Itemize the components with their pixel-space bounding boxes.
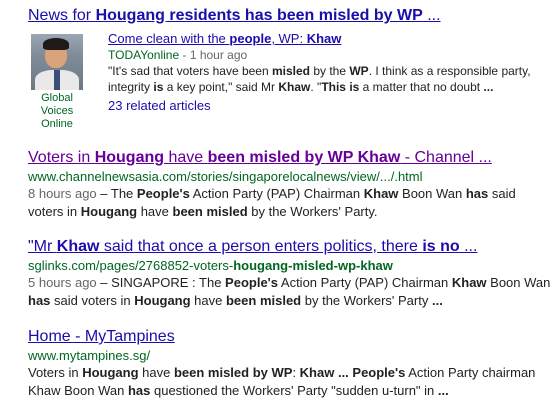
news-thumbnail[interactable]: Global Voices Online bbox=[28, 34, 86, 131]
bold-term: ... bbox=[431, 293, 443, 308]
bold-term: has bbox=[127, 383, 151, 398]
bold-term: ... bbox=[483, 80, 494, 94]
result-title-link[interactable]: "Mr Khaw said that once a person enters … bbox=[28, 237, 554, 257]
snippet-text: – The People's Action Party (PAP) Chairm… bbox=[28, 186, 516, 219]
news-source-line: TODAYonline - 1 hour ago bbox=[108, 47, 554, 63]
result-snippet: 8 hours ago – The People's Action Party … bbox=[28, 185, 554, 221]
text-segment: Home - MyTampines bbox=[28, 328, 175, 345]
text-segment: – SINGAPORE : The bbox=[96, 275, 226, 290]
text-segment: sglinks.com/pages/2768852-voters- bbox=[28, 258, 234, 273]
bold-term: has bbox=[28, 293, 51, 308]
text-segment: . " bbox=[310, 80, 322, 94]
news-snippet: "It's sad that voters have been misled b… bbox=[108, 63, 554, 95]
news-source: TODAYonline bbox=[108, 48, 180, 62]
news-headline-link[interactable]: Come clean with the people, WP: Khaw bbox=[108, 30, 554, 47]
text-segment: questioned the Workers' Party "sudden u-… bbox=[150, 383, 438, 398]
text-segment: Action Party (PAP) Chairman bbox=[278, 275, 452, 290]
bold-term: Hougang bbox=[80, 204, 138, 219]
text-segment: "It's sad that voters have been bbox=[108, 64, 272, 78]
bold-term: been misled by WP Khaw bbox=[207, 149, 401, 166]
bold-term: is no bbox=[422, 238, 460, 255]
text-segment: said that once a person enters politics,… bbox=[99, 238, 423, 255]
bold-term: Hougang bbox=[82, 365, 139, 380]
text-segment: "Mr bbox=[28, 238, 57, 255]
bold-term: has bbox=[465, 186, 489, 201]
result-url: sglinks.com/pages/2768852-voters-hougang… bbox=[28, 257, 554, 274]
news-body: Come clean with the people, WP: Khaw TOD… bbox=[108, 30, 554, 115]
result-url: www.mytampines.sg/ bbox=[28, 348, 151, 363]
title-text: News for bbox=[28, 7, 96, 24]
thumbnail-source: Global Voices Online bbox=[40, 92, 74, 130]
headline-text: Come clean with the bbox=[108, 31, 230, 46]
bold-term: ... bbox=[437, 383, 449, 398]
text-segment: – The bbox=[96, 186, 137, 201]
text-segment: ... bbox=[459, 238, 478, 255]
text-segment: Voters in bbox=[28, 365, 83, 380]
headline-bold: Khaw bbox=[306, 31, 342, 46]
text-segment: have bbox=[138, 365, 174, 380]
text-segment: have bbox=[164, 149, 208, 166]
result-title-link[interactable]: Home - MyTampines bbox=[28, 327, 554, 347]
text-segment: Boon Wan bbox=[398, 186, 466, 201]
search-result: Voters in Hougang have been misled by WP… bbox=[28, 148, 554, 221]
result-snippet: 5 hours ago – SINGAPORE : The People's A… bbox=[28, 274, 554, 310]
text-segment: : bbox=[292, 365, 300, 380]
bold-term: Khaw bbox=[363, 186, 399, 201]
text-segment: have bbox=[190, 293, 226, 308]
bold-term: is bbox=[153, 80, 164, 94]
bold-term: Khaw bbox=[278, 80, 311, 94]
search-result: "Mr Khaw said that once a person enters … bbox=[28, 237, 554, 310]
text-segment: Voters in bbox=[28, 149, 95, 166]
result-snippet: Voters in Hougang have been misled by WP… bbox=[28, 364, 554, 400]
bold-term: People's bbox=[136, 186, 190, 201]
result-time: 8 hours ago bbox=[28, 186, 97, 201]
text-segment: by the Workers' Party. bbox=[247, 204, 378, 219]
title-bold: Hougang residents has been misled by WP bbox=[95, 7, 423, 24]
news-item: Global Voices Online Come clean with the… bbox=[28, 30, 554, 130]
headline-text: , WP: bbox=[271, 31, 307, 46]
text-segment: said voters in bbox=[50, 293, 135, 308]
text-segment: - Channel ... bbox=[400, 149, 492, 166]
result-url: www.channelnewsasia.com/stories/singapor… bbox=[28, 169, 423, 184]
bold-term: been misled by WP bbox=[173, 365, 293, 380]
snippet-text: – SINGAPORE : The People's Action Party … bbox=[28, 275, 550, 308]
bold-term: been misled bbox=[172, 204, 248, 219]
news-result: News for Hougang residents has been misl… bbox=[28, 6, 554, 130]
related-articles-link[interactable]: 23 related articles bbox=[108, 97, 211, 115]
bold-term: This bbox=[321, 80, 346, 94]
bold-term: been misled bbox=[225, 293, 302, 308]
news-heading-link[interactable]: News for Hougang residents has been misl… bbox=[28, 6, 554, 26]
bold-term: is bbox=[349, 80, 360, 94]
bold-term: hougang-misled-wp-khaw bbox=[233, 258, 393, 273]
bold-term: Khaw ... People's bbox=[299, 365, 406, 380]
headline-bold: people bbox=[229, 31, 272, 46]
text-segment: Boon Wan bbox=[486, 275, 551, 290]
bold-term: misled bbox=[271, 64, 310, 78]
title-text: ... bbox=[422, 7, 441, 24]
bold-term: People's bbox=[225, 275, 278, 290]
text-segment: Action Party (PAP) Chairman bbox=[189, 186, 364, 201]
news-time: - 1 hour ago bbox=[179, 48, 248, 62]
search-results: News for Hougang residents has been misl… bbox=[0, 0, 560, 402]
text-segment: by the bbox=[310, 64, 350, 78]
result-time: 5 hours ago bbox=[28, 275, 97, 290]
bold-term: Hougang bbox=[94, 149, 165, 166]
text-segment: a key point," said Mr bbox=[163, 80, 279, 94]
bold-term: Khaw bbox=[451, 275, 487, 290]
text-segment: a matter that no doubt bbox=[359, 80, 484, 94]
search-result: Home - MyTampines www.mytampines.sg/ Vot… bbox=[28, 327, 554, 400]
thumbnail-image[interactable] bbox=[31, 34, 83, 90]
text-segment: by the Workers' Party bbox=[301, 293, 432, 308]
text-segment: have bbox=[137, 204, 173, 219]
bold-term: Khaw bbox=[56, 238, 100, 255]
result-title-link[interactable]: Voters in Hougang have been misled by WP… bbox=[28, 148, 554, 168]
bold-term: WP bbox=[349, 64, 369, 78]
bold-term: Hougang bbox=[134, 293, 191, 308]
